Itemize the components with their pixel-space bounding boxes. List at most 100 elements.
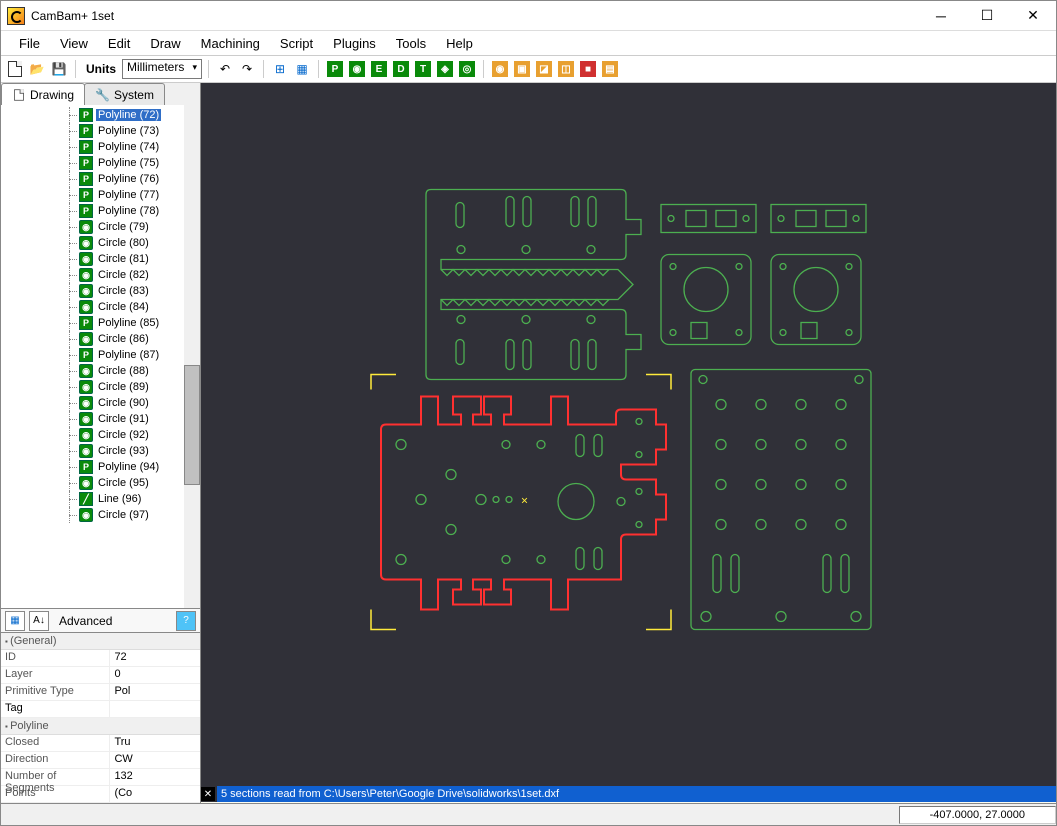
circ-icon: ◉ <box>79 220 93 234</box>
prop-category-general[interactable]: (General) <box>1 633 200 650</box>
circ-icon: ◉ <box>79 444 93 458</box>
tree-item[interactable]: ◉Circle (92) <box>9 427 200 443</box>
canvas-area[interactable]: × <box>201 83 1056 803</box>
redo-button[interactable]: ↷ <box>237 59 257 79</box>
status-close-button[interactable]: ✕ <box>201 787 215 801</box>
tool-6-button[interactable]: ▤ <box>600 59 620 79</box>
tab-drawing[interactable]: Drawing <box>1 83 85 105</box>
tree-item-label: Circle (91) <box>96 413 151 425</box>
menu-draw[interactable]: Draw <box>140 32 190 55</box>
tree-item[interactable]: ◉Circle (84) <box>9 299 200 315</box>
circ-icon: ◉ <box>79 476 93 490</box>
tree-item-label: Circle (95) <box>96 477 151 489</box>
mop-engrave-button[interactable]: E <box>369 59 389 79</box>
tree-item[interactable]: ◉Circle (91) <box>9 411 200 427</box>
menu-view[interactable]: View <box>50 32 98 55</box>
maximize-button[interactable]: ☐ <box>964 1 1010 31</box>
tree-item[interactable]: ◉Circle (79) <box>9 219 200 235</box>
tree-item-label: Polyline (87) <box>96 349 161 361</box>
grid-dots-button[interactable]: ⊞ <box>270 59 290 79</box>
svg-text:×: × <box>521 494 528 508</box>
tree-item[interactable]: ◉Circle (90) <box>9 395 200 411</box>
tree-item[interactable]: ◉Circle (97) <box>9 507 200 523</box>
help-button[interactable]: ? <box>176 611 196 631</box>
tree-item[interactable]: ◉Circle (83) <box>9 283 200 299</box>
tree-item[interactable]: PPolyline (94) <box>9 459 200 475</box>
tree-item[interactable]: ╱Line (96) <box>9 491 200 507</box>
menu-help[interactable]: Help <box>436 32 483 55</box>
tool-1-button[interactable]: ◉ <box>490 59 510 79</box>
tree-item[interactable]: ◉Circle (95) <box>9 475 200 491</box>
tree-item[interactable]: PPolyline (73) <box>9 123 200 139</box>
menu-plugins[interactable]: Plugins <box>323 32 386 55</box>
tree-item[interactable]: ◉Circle (80) <box>9 235 200 251</box>
undo-button[interactable]: ↶ <box>215 59 235 79</box>
poly-icon: P <box>79 348 93 362</box>
grid-button[interactable]: ▦ <box>292 59 312 79</box>
mop-text-button[interactable]: T <box>413 59 433 79</box>
mop-3d-button[interactable]: ◈ <box>435 59 455 79</box>
left-panel: Drawing 🔧System PPolyline (72)PPolyline … <box>1 83 201 803</box>
menu-edit[interactable]: Edit <box>98 32 140 55</box>
menu-tools[interactable]: Tools <box>386 32 436 55</box>
tool-3-button[interactable]: ◪ <box>534 59 554 79</box>
close-button[interactable]: ✕ <box>1010 1 1056 31</box>
prop-category-polyline[interactable]: Polyline <box>1 718 200 735</box>
tree-item[interactable]: PPolyline (72) <box>9 107 200 123</box>
tree-item[interactable]: PPolyline (76) <box>9 171 200 187</box>
poly-icon: P <box>79 124 93 138</box>
app-icon <box>7 7 25 25</box>
property-grid[interactable]: (General) ID72 Layer0 Primitive TypePol … <box>1 632 200 803</box>
save-file-button[interactable]: 💾 <box>49 59 69 79</box>
circ-icon: ◉ <box>79 508 93 522</box>
tree-item[interactable]: ◉Circle (93) <box>9 443 200 459</box>
statusbar: -407.0000, 27.0000 <box>1 803 1056 825</box>
categorized-button[interactable]: ▦ <box>5 611 25 631</box>
tree-item[interactable]: ◉Circle (81) <box>9 251 200 267</box>
open-file-button[interactable]: 📂 <box>27 59 47 79</box>
circ-icon: ◉ <box>79 300 93 314</box>
tree-item-label: Circle (90) <box>96 397 151 409</box>
tree-view[interactable]: PPolyline (72)PPolyline (73)PPolyline (7… <box>1 105 200 608</box>
circ-icon: ◉ <box>79 268 93 282</box>
tool-4-button[interactable]: ◫ <box>556 59 576 79</box>
tree-item-label: Circle (93) <box>96 445 151 457</box>
advanced-label[interactable]: Advanced <box>53 614 118 628</box>
status-message: 5 sections read from C:\Users\Peter\Goog… <box>217 786 1056 802</box>
poly-icon: P <box>79 460 93 474</box>
tree-item-label: Circle (81) <box>96 253 151 265</box>
tool-2-button[interactable]: ▣ <box>512 59 532 79</box>
tree-item[interactable]: ◉Circle (86) <box>9 331 200 347</box>
tree-item[interactable]: ◉Circle (88) <box>9 363 200 379</box>
titlebar: CamBam+ 1set ─ ☐ ✕ <box>1 1 1056 31</box>
units-select[interactable]: Millimeters <box>122 59 202 79</box>
tree-item-label: Circle (80) <box>96 237 151 249</box>
new-file-button[interactable] <box>5 59 25 79</box>
mop-profile-button[interactable]: P <box>325 59 345 79</box>
cad-canvas[interactable]: × <box>201 83 1056 786</box>
tree-scrollbar[interactable] <box>184 105 200 608</box>
circ-icon: ◉ <box>79 252 93 266</box>
tree-item-label: Circle (92) <box>96 429 151 441</box>
tree-item[interactable]: PPolyline (78) <box>9 203 200 219</box>
tree-item[interactable]: PPolyline (85) <box>9 315 200 331</box>
alphabetical-button[interactable]: A↓ <box>29 611 49 631</box>
menu-file[interactable]: File <box>9 32 50 55</box>
tree-item[interactable]: PPolyline (74) <box>9 139 200 155</box>
menubar: File View Edit Draw Machining Script Plu… <box>1 31 1056 55</box>
menu-machining[interactable]: Machining <box>191 32 270 55</box>
tab-system[interactable]: 🔧System <box>84 83 165 105</box>
tool-5-button[interactable]: ■ <box>578 59 598 79</box>
mop-drill-button[interactable]: D <box>391 59 411 79</box>
tree-item[interactable]: ◉Circle (89) <box>9 379 200 395</box>
tree-item[interactable]: PPolyline (87) <box>9 347 200 363</box>
tree-item[interactable]: PPolyline (77) <box>9 187 200 203</box>
mop-pocket-button[interactable]: ◉ <box>347 59 367 79</box>
minimize-button[interactable]: ─ <box>918 1 964 31</box>
mop-lathe-button[interactable]: ◎ <box>457 59 477 79</box>
wrench-icon: 🔧 <box>95 88 110 102</box>
tree-item[interactable]: PPolyline (75) <box>9 155 200 171</box>
tree-item[interactable]: ◉Circle (82) <box>9 267 200 283</box>
poly-icon: P <box>79 316 93 330</box>
menu-script[interactable]: Script <box>270 32 323 55</box>
